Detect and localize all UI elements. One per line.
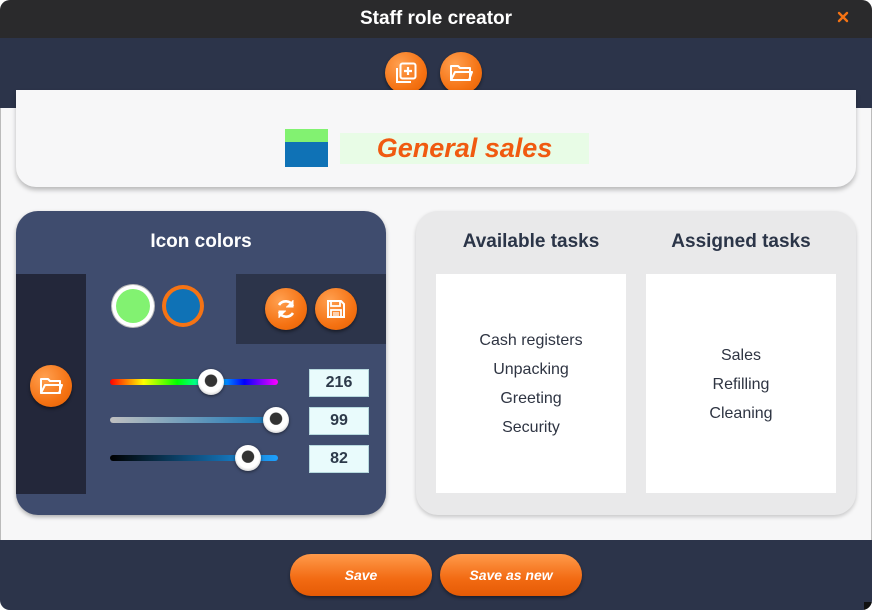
window-title: Staff role creator — [359, 8, 513, 29]
list-item[interactable]: Refilling — [646, 370, 836, 399]
title-bar: Staff role creator — [0, 0, 872, 38]
save-colors-button[interactable] — [315, 288, 357, 330]
swatch-area — [86, 274, 236, 344]
color-actions — [236, 274, 386, 344]
list-item[interactable]: Cash registers — [436, 326, 626, 355]
role-icon-top — [285, 129, 328, 142]
save-as-new-button[interactable]: Save as new — [440, 554, 582, 596]
swap-colors-button[interactable] — [265, 288, 307, 330]
hue-value-field[interactable]: 216 — [309, 369, 369, 397]
role-icon-bottom — [285, 142, 328, 167]
save-button[interactable]: Save — [290, 554, 432, 596]
available-tasks-title: Available tasks — [462, 231, 600, 252]
saturation-slider-track[interactable] — [110, 417, 278, 423]
resize-handle[interactable] — [864, 602, 872, 610]
hue-slider-track[interactable] — [110, 379, 278, 385]
app-window: Staff role creator General sales Icon co… — [0, 0, 872, 610]
brightness-value-field[interactable]: 82 — [309, 445, 369, 473]
new-role-button[interactable] — [385, 52, 427, 94]
refresh-icon — [277, 300, 295, 318]
available-tasks-list[interactable]: Cash registers Unpacking Greeting Securi… — [436, 274, 626, 493]
list-item[interactable]: Unpacking — [436, 355, 626, 384]
close-icon[interactable] — [836, 10, 850, 24]
role-name-field[interactable]: General sales — [340, 133, 589, 164]
list-item[interactable]: Security — [436, 413, 626, 442]
hue-slider-knob[interactable] — [197, 369, 224, 395]
list-item[interactable]: Cleaning — [646, 399, 836, 428]
color-swatch-bottom[interactable] — [166, 289, 200, 323]
icon-colors-panel: Icon colors 216 99 82 — [16, 211, 386, 515]
open-role-button[interactable] — [440, 52, 482, 94]
tasks-panel: Available tasks Assigned tasks Cash regi… — [416, 211, 856, 515]
open-folder-icon — [450, 65, 473, 81]
saturation-value-field[interactable]: 99 — [309, 407, 369, 435]
footer-bar — [0, 540, 872, 610]
save-icon — [327, 300, 345, 318]
role-icon-preview — [285, 129, 328, 167]
side-strip — [16, 274, 86, 494]
list-item[interactable]: Greeting — [436, 384, 626, 413]
list-item[interactable]: Sales — [646, 341, 836, 370]
color-swatch-top[interactable] — [116, 289, 150, 323]
new-icon — [396, 62, 417, 83]
open-folder-icon — [40, 378, 63, 394]
saturation-slider-knob[interactable] — [263, 407, 290, 433]
icon-colors-title: Icon colors — [150, 231, 252, 252]
assigned-tasks-title: Assigned tasks — [671, 231, 811, 252]
assigned-tasks-list[interactable]: Sales Refilling Cleaning — [646, 274, 836, 493]
brightness-slider-knob[interactable] — [234, 445, 261, 471]
load-colors-button[interactable] — [30, 365, 72, 407]
